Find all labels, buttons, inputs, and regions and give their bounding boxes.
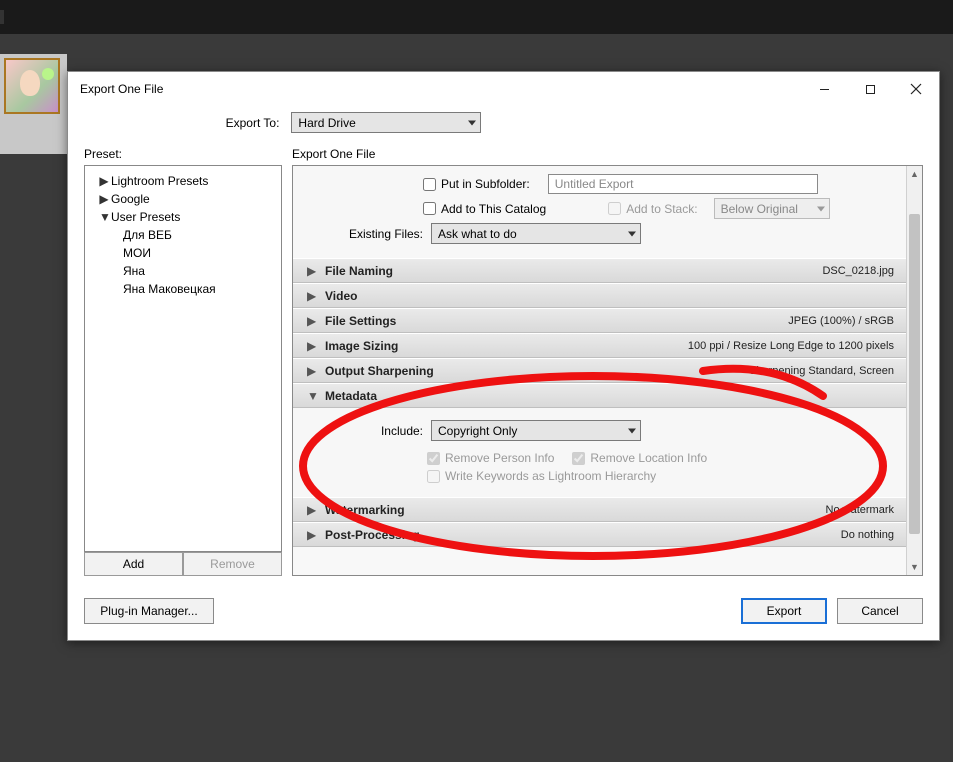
app-menubar xyxy=(0,0,953,34)
preset-folder-lightroom[interactable]: ▶Lightroom Presets xyxy=(85,172,281,190)
preset-tree[interactable]: ▶Lightroom Presets ▶Google ▼User Presets… xyxy=(84,165,282,552)
cancel-button[interactable]: Cancel xyxy=(837,598,923,624)
section-file-settings[interactable]: ▶File Settings JPEG (100%) / sRGB xyxy=(293,308,906,333)
preset-remove-button[interactable]: Remove xyxy=(183,552,282,576)
triangle-right-icon: ▶ xyxy=(307,503,319,517)
checkbox-icon xyxy=(572,452,585,465)
right-header-label: Export One File xyxy=(292,147,375,161)
triangle-right-icon: ▶ xyxy=(307,528,319,542)
preset-add-button[interactable]: Add xyxy=(84,552,183,576)
chevron-down-icon xyxy=(468,120,476,125)
scroll-up-icon[interactable]: ▲ xyxy=(907,166,922,182)
minimize-button[interactable] xyxy=(801,74,847,104)
triangle-down-icon: ▼ xyxy=(99,210,109,224)
existing-files-dropdown[interactable]: Ask what to do xyxy=(431,223,641,244)
checkbox-icon[interactable] xyxy=(423,202,436,215)
triangle-right-icon: ▶ xyxy=(307,339,319,353)
chevron-down-icon xyxy=(817,206,825,211)
export-to-dropdown[interactable]: Hard Drive xyxy=(291,112,481,133)
drag-handle-icon xyxy=(0,10,4,24)
section-watermarking[interactable]: ▶Watermarking No watermark xyxy=(293,497,906,522)
window-titlebar: Export One File xyxy=(68,72,939,106)
chevron-down-icon xyxy=(628,231,636,236)
remove-location-info-checkbox: Remove Location Info xyxy=(572,451,707,465)
preset-column: ▶Lightroom Presets ▶Google ▼User Presets… xyxy=(84,165,282,576)
checkbox-icon[interactable] xyxy=(423,178,436,191)
export-dialog: Export One File Export To: Hard Drive Pr… xyxy=(67,71,940,641)
section-image-sizing[interactable]: ▶Image Sizing 100 ppi / Resize Long Edge… xyxy=(293,333,906,358)
section-file-naming[interactable]: ▶File Naming DSC_0218.jpg xyxy=(293,258,906,283)
checkbox-icon xyxy=(427,452,440,465)
close-button[interactable] xyxy=(893,74,939,104)
section-output-sharpening[interactable]: ▶Output Sharpening Sharpening Standard, … xyxy=(293,358,906,383)
preset-item[interactable]: Яна Маковецкая xyxy=(85,280,281,298)
section-video[interactable]: ▶Video xyxy=(293,283,906,308)
export-to-value: Hard Drive xyxy=(298,116,355,130)
metadata-panel: Include: Copyright Only Remove Person In… xyxy=(293,408,906,497)
export-to-label: Export To: xyxy=(226,116,280,130)
preset-item[interactable]: Яна xyxy=(85,262,281,280)
remove-person-info-checkbox: Remove Person Info xyxy=(427,451,554,465)
section-metadata[interactable]: ▼Metadata xyxy=(293,383,906,408)
preset-item[interactable]: МОИ xyxy=(85,244,281,262)
checkbox-icon xyxy=(608,202,621,215)
export-settings-pane: Put in Subfolder: Add to This Catalog xyxy=(292,165,923,576)
maximize-button[interactable] xyxy=(847,74,893,104)
triangle-right-icon: ▶ xyxy=(99,174,109,188)
dialog-footer: Plug-in Manager... Export Cancel xyxy=(68,586,939,640)
export-location-panel: Put in Subfolder: Add to This Catalog xyxy=(293,166,906,258)
export-to-row: Export To: Hard Drive xyxy=(0,106,939,147)
add-to-stack-checkbox: Add to Stack: xyxy=(608,202,697,216)
plugin-manager-button[interactable]: Plug-in Manager... xyxy=(84,598,214,624)
triangle-right-icon: ▶ xyxy=(307,314,319,328)
window-title: Export One File xyxy=(80,82,163,96)
triangle-right-icon: ▶ xyxy=(307,264,319,278)
preset-label: Preset: xyxy=(84,147,122,161)
column-headers: Preset: Export One File xyxy=(68,147,939,165)
put-in-subfolder-checkbox[interactable]: Put in Subfolder: xyxy=(423,177,530,191)
preset-item[interactable]: Для ВЕБ xyxy=(85,226,281,244)
window-controls xyxy=(801,74,939,104)
triangle-down-icon: ▼ xyxy=(307,389,319,403)
existing-files-label: Existing Files: xyxy=(337,227,423,241)
write-keywords-checkbox: Write Keywords as Lightroom Hierarchy xyxy=(427,469,656,483)
section-post-processing[interactable]: ▶Post-Processing Do nothing xyxy=(293,522,906,547)
triangle-right-icon: ▶ xyxy=(99,192,109,206)
add-to-catalog-checkbox[interactable]: Add to This Catalog xyxy=(423,202,546,216)
chevron-down-icon xyxy=(628,428,636,433)
triangle-right-icon: ▶ xyxy=(307,289,319,303)
triangle-right-icon: ▶ xyxy=(307,364,319,378)
metadata-include-dropdown[interactable]: Copyright Only xyxy=(431,420,641,441)
checkbox-icon xyxy=(427,470,440,483)
scroll-down-icon[interactable]: ▼ xyxy=(907,559,922,575)
scrollbar-thumb[interactable] xyxy=(909,214,920,534)
preset-buttons: Add Remove xyxy=(84,552,282,576)
preset-folder-google[interactable]: ▶Google xyxy=(85,190,281,208)
stack-position-dropdown: Below Original xyxy=(714,198,830,219)
include-label: Include: xyxy=(363,424,423,438)
preset-folder-user[interactable]: ▼User Presets xyxy=(85,208,281,226)
export-button[interactable]: Export xyxy=(741,598,827,624)
scrollbar-vertical[interactable]: ▲ ▼ xyxy=(906,166,922,575)
subfolder-name-input[interactable] xyxy=(548,174,818,194)
